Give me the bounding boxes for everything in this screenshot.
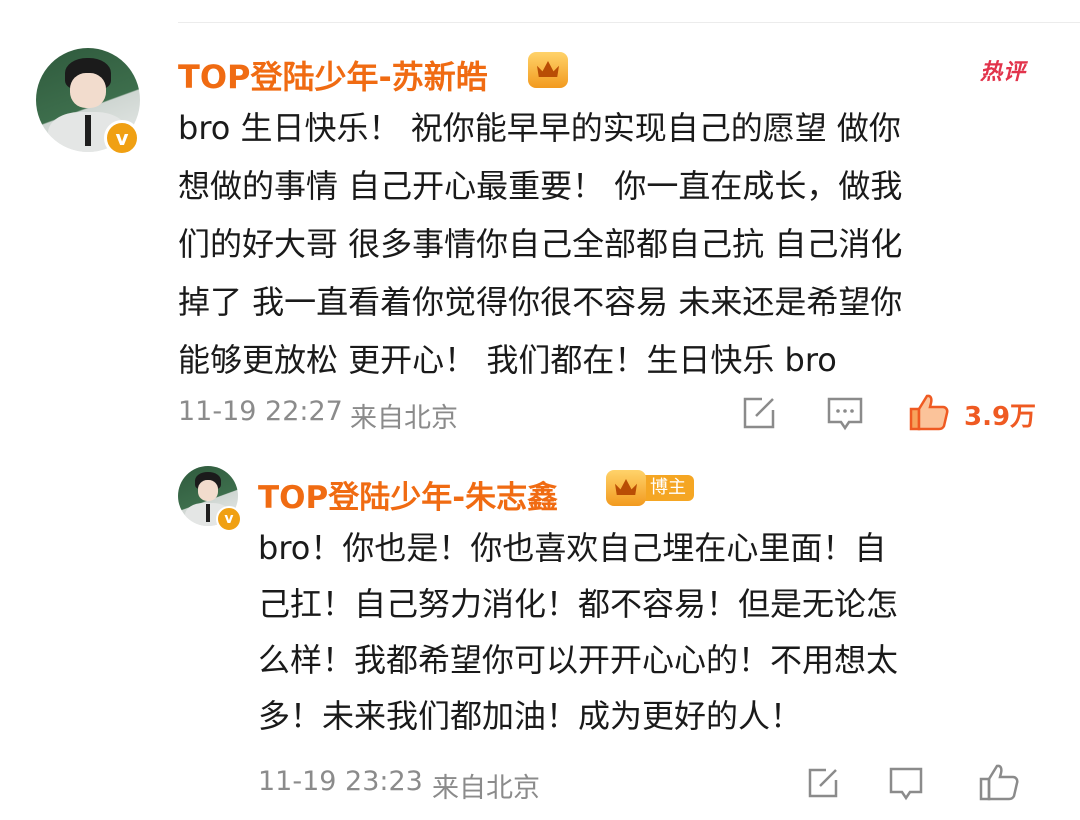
blogger-badge: 博主 — [606, 470, 694, 506]
reply-line: 多！未来我们都加油！成为更好的人！ — [258, 697, 803, 735]
hot-comment-tag: 热评 — [980, 60, 1027, 85]
like-icon[interactable] — [978, 762, 1028, 802]
reply-line: bro！你也是！你也喜欢自己埋在心里面！自 — [258, 529, 887, 567]
comment-time: 11-19 22:27 — [178, 396, 343, 427]
crown-icon — [606, 470, 646, 506]
share-icon[interactable] — [806, 766, 840, 800]
reply-line: 己扛！自己努力消化！都不容易！但是无论怎 — [258, 585, 899, 623]
reply-username[interactable]: TOP登陆少年-朱志鑫 — [258, 472, 558, 517]
verified-badge: v — [216, 506, 242, 532]
reply-line: 么样！我都希望你可以开开心心的！不用想太 — [258, 641, 899, 679]
comment-username[interactable]: TOP登陆少年-苏新皓 — [178, 52, 488, 98]
comment-icon[interactable] — [826, 396, 864, 432]
comment-line: 想做的事情 自己开心最重要！ 你一直在成长，做我 — [178, 167, 903, 205]
verified-badge: v — [104, 120, 140, 156]
like-count: 3.9万 — [964, 402, 1037, 432]
top-divider — [178, 22, 1080, 23]
comment-line: 掉了 我一直看着你觉得你很不容易 未来还是希望你 — [178, 283, 903, 321]
comment-icon[interactable] — [888, 766, 924, 802]
comment-line: 们的好大哥 很多事情你自己全部都自己抗 自己消化 — [178, 225, 903, 263]
comment-location: 来自北京 — [350, 403, 458, 434]
reply-time: 11-19 23:23 — [258, 766, 423, 797]
comment-line: bro 生日快乐！ 祝你能早早的实现自己的愿望 做你 — [178, 109, 901, 147]
member-badge — [528, 52, 568, 88]
reply-location: 来自北京 — [432, 773, 540, 804]
share-icon[interactable] — [740, 394, 778, 432]
crown-icon — [528, 52, 568, 88]
comment-line: 能够更放松 更开心！ 我们都在！生日快乐 bro — [178, 341, 837, 379]
blogger-label: 博主 — [642, 475, 694, 501]
like-icon[interactable] — [908, 392, 950, 432]
